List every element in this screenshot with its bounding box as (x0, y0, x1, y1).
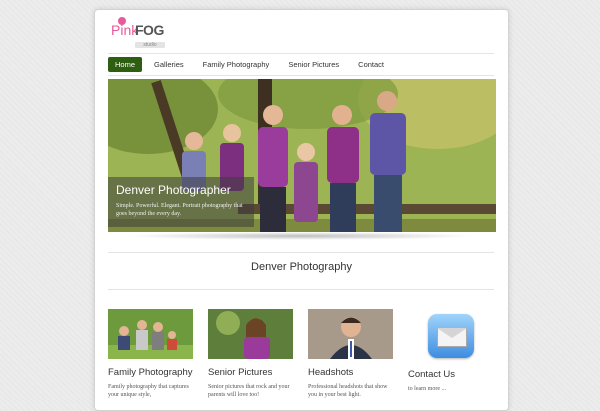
senior-thumbnail[interactable] (208, 309, 293, 359)
headshots-text: Professional headshots that show you in … (308, 384, 388, 398)
hero-shadow (125, 232, 475, 240)
nav-senior-pictures[interactable]: Senior Pictures (281, 57, 346, 72)
contact-heading[interactable]: Contact Us (408, 369, 494, 380)
envelope-flap (437, 328, 467, 338)
logo-subtitle: studio (135, 42, 165, 48)
family-thumbnail[interactable] (108, 309, 193, 359)
feature-family: Family Photography Family photography th… (108, 309, 194, 399)
contact-text: to learn more ... (408, 386, 446, 392)
section-bottom-divider (108, 289, 494, 290)
senior-heading[interactable]: Senior Pictures (208, 367, 294, 378)
headshots-heading[interactable]: Headshots (308, 367, 394, 378)
hero-title: Denver Photographer (116, 183, 231, 197)
nav-home[interactable]: Home (108, 56, 143, 72)
mail-icon[interactable] (428, 314, 474, 358)
feature-senior: Senior Pictures Senior pictures that roc… (208, 309, 294, 399)
nav-galleries[interactable]: Galleries (147, 57, 191, 72)
section-top-divider (108, 252, 494, 253)
main-nav: Home Galleries Family Photography Senior… (108, 56, 396, 72)
feature-contact: Contact Us to learn more ... (408, 369, 494, 393)
hero-description: Simple. Powerful. Elegant. Portrait phot… (116, 203, 243, 217)
nav-top-divider (108, 53, 494, 54)
feature-headshots: Headshots Professional headshots that sh… (308, 309, 394, 399)
nav-bottom-divider (108, 75, 494, 76)
hero-caption: Denver Photographer Simple. Powerful. El… (108, 177, 254, 227)
site-logo[interactable]: Pink FOG studio (111, 17, 171, 48)
headshots-thumbnail[interactable] (308, 309, 393, 359)
family-text: Family photography that captures your un… (108, 384, 189, 398)
nav-family-photography[interactable]: Family Photography (196, 57, 277, 72)
nav-contact[interactable]: Contact (351, 57, 391, 72)
page-container: Pink FOG studio Home Galleries Family Ph… (94, 9, 509, 411)
hero-banner: Denver Photographer Simple. Powerful. El… (108, 79, 496, 232)
senior-text: Senior pictures that rock and your paren… (208, 384, 290, 398)
section-title: Denver Photography (251, 261, 352, 273)
family-heading[interactable]: Family Photography (108, 367, 194, 378)
logo-fog-text: FOG (135, 22, 164, 38)
